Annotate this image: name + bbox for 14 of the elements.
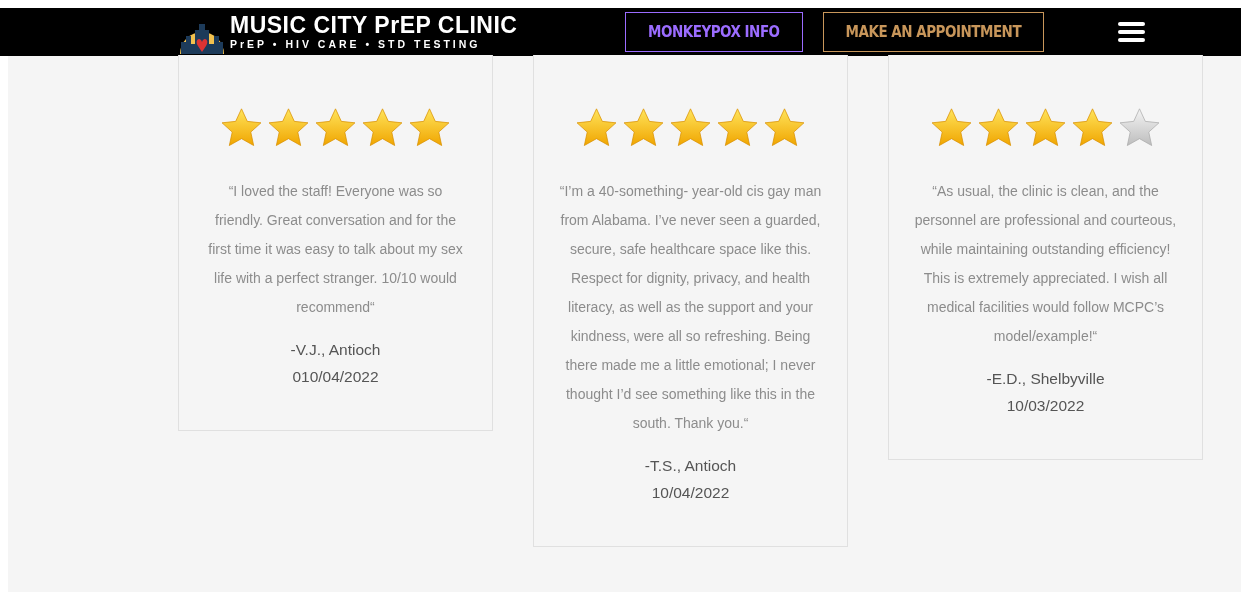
review-quote: “I loved the staff! Everyone was so friendly. Great conversation and for the first time it was easy to talk about my sex life with a perfect stranger. 10/10 would recommend“ xyxy=(207,182,464,317)
menu-icon[interactable] xyxy=(1118,22,1146,42)
review-quote: “As usual, the clinic is clean, and the personnel are professional and courteous, while maintaining outstanding efficiency! This is extremely appreciated. I wish all medical facilities would follow MCPC’s model/example!“ xyxy=(914,182,1177,346)
review-date: 10/03/2022 xyxy=(1006,396,1085,416)
review-author: -V.J., Antioch xyxy=(290,340,381,360)
nav-button[interactable]: MONKEYPOX INFO xyxy=(625,12,803,52)
review-author: -T.S., Antioch xyxy=(644,456,737,476)
logo-tagline: PrEP • HIV CARE • STD TESTING xyxy=(230,39,482,50)
logo-title: MUSIC CITY PrEP CLINIC xyxy=(230,14,518,38)
review-date: 010/04/2022 xyxy=(292,367,379,387)
review-date: 10/04/2022 xyxy=(651,483,730,503)
review-quote: “I’m a 40-something- year-old cis gay man from Alabama. I’ve never seen a guarded, secure, safe healthcare space like this. Respect for dignity, privacy, and health literacy, as well as the support and your kindness, were all so refreshing. Being there made me a little emotional; I never thought I’d see something like this in the south. Thank you.“ xyxy=(559,182,822,433)
nav-button[interactable]: MAKE AN APPOINTMENT xyxy=(822,12,1045,52)
review-author: -E.D., Shelbyville xyxy=(986,369,1105,389)
